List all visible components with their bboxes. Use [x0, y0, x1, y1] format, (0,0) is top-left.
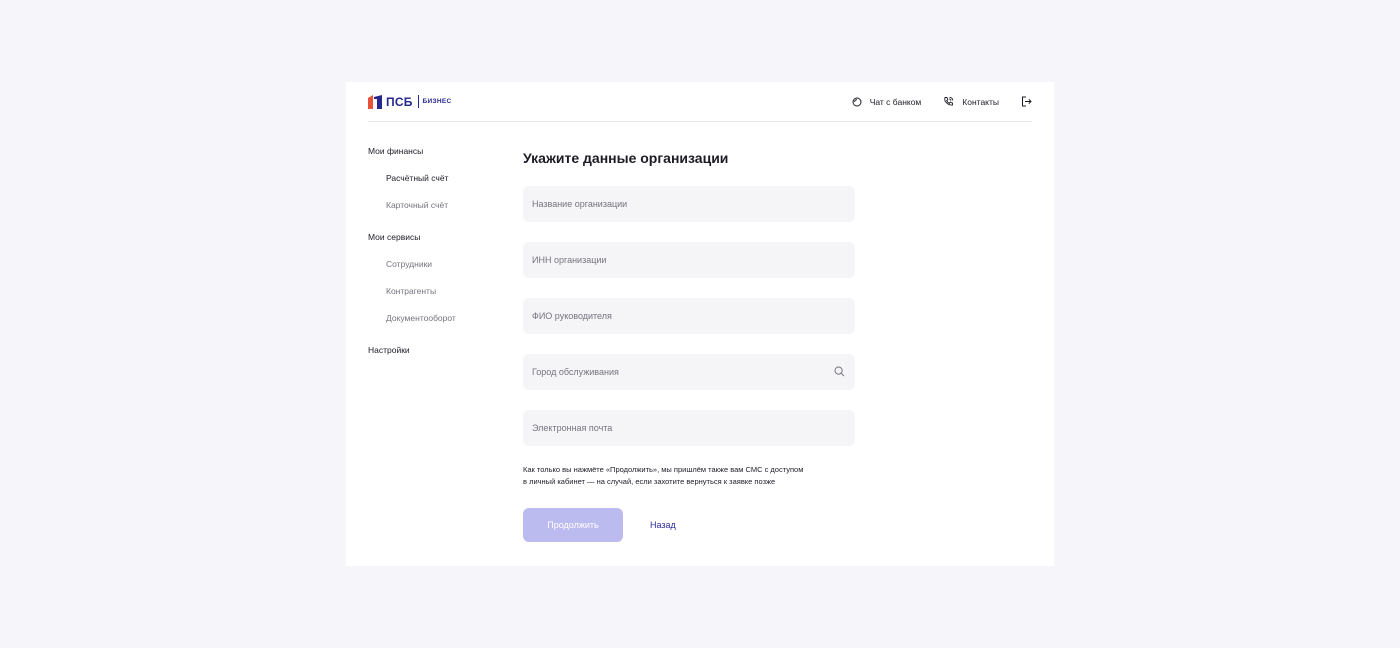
chat-with-bank-label: Чат с банком — [869, 96, 922, 107]
logout-button[interactable] — [1021, 96, 1032, 107]
continue-button[interactable]: Продолжить — [523, 508, 623, 542]
form-actions: Продолжить Назад — [523, 508, 855, 542]
top-header: ПСБ БИЗНЕС Чат с банком Контакты — [368, 82, 1032, 122]
logout-icon — [1022, 96, 1032, 107]
city-input[interactable] — [523, 354, 855, 390]
sidebar-item-counterparties[interactable]: Контрагенты — [368, 285, 508, 297]
nav-group-settings[interactable]: Настройки — [368, 344, 508, 356]
search-icon[interactable] — [834, 366, 845, 377]
organization-form: Укажите данные организации Как только вы… — [523, 149, 855, 542]
psb-logo-icon — [368, 94, 382, 109]
sidebar-item-card-account[interactable]: Карточный счёт — [368, 199, 508, 211]
nav-group-my-finances[interactable]: Мои финансы — [368, 145, 508, 157]
nav-group-my-services[interactable]: Мои сервисы — [368, 231, 508, 243]
city-field-wrapper — [523, 354, 855, 390]
email-field-wrapper — [523, 410, 855, 446]
logo-text: ПСБ — [386, 94, 413, 109]
logo-subtitle: БИЗНЕС — [422, 98, 452, 105]
sidebar-item-current-account[interactable]: Расчётный счёт — [368, 172, 508, 184]
org-name-input[interactable] — [523, 186, 855, 222]
ceo-name-field-wrapper — [523, 298, 855, 334]
contacts-link[interactable]: Контакты — [943, 96, 999, 107]
org-name-field-wrapper — [523, 186, 855, 222]
chat-with-bank-link[interactable]: Чат с банком — [852, 96, 922, 107]
back-link[interactable]: Назад — [650, 520, 676, 530]
contacts-label: Контакты — [962, 96, 999, 107]
main-card: ПСБ БИЗНЕС Чат с банком Контакты Мои фин… — [346, 82, 1054, 566]
inn-field-wrapper — [523, 242, 855, 278]
chat-bubble-icon — [852, 97, 862, 106]
ceo-name-input[interactable] — [523, 298, 855, 334]
sidebar-nav: Мои финансы Расчётный счёт Карточный счё… — [368, 145, 508, 356]
sidebar-item-documents[interactable]: Документооборот — [368, 312, 508, 324]
sms-notice-line-1: Как только вы нажмёте «Продолжить», мы п… — [523, 465, 804, 474]
phone-icon — [944, 96, 954, 106]
psb-logo[interactable]: ПСБ БИЗНЕС — [368, 94, 452, 109]
inn-input[interactable] — [523, 242, 855, 278]
header-actions: Чат с банком Контакты — [830, 96, 1032, 107]
email-input[interactable] — [523, 410, 855, 446]
logo-divider — [417, 95, 419, 108]
sms-notice: Как только вы нажмёте «Продолжить», мы п… — [523, 464, 855, 488]
sms-notice-line-2: в личный кабинет — на случай, если захот… — [523, 477, 776, 486]
sidebar-item-employees[interactable]: Сотрудники — [368, 258, 508, 270]
page-title: Укажите данные организации — [523, 150, 729, 166]
